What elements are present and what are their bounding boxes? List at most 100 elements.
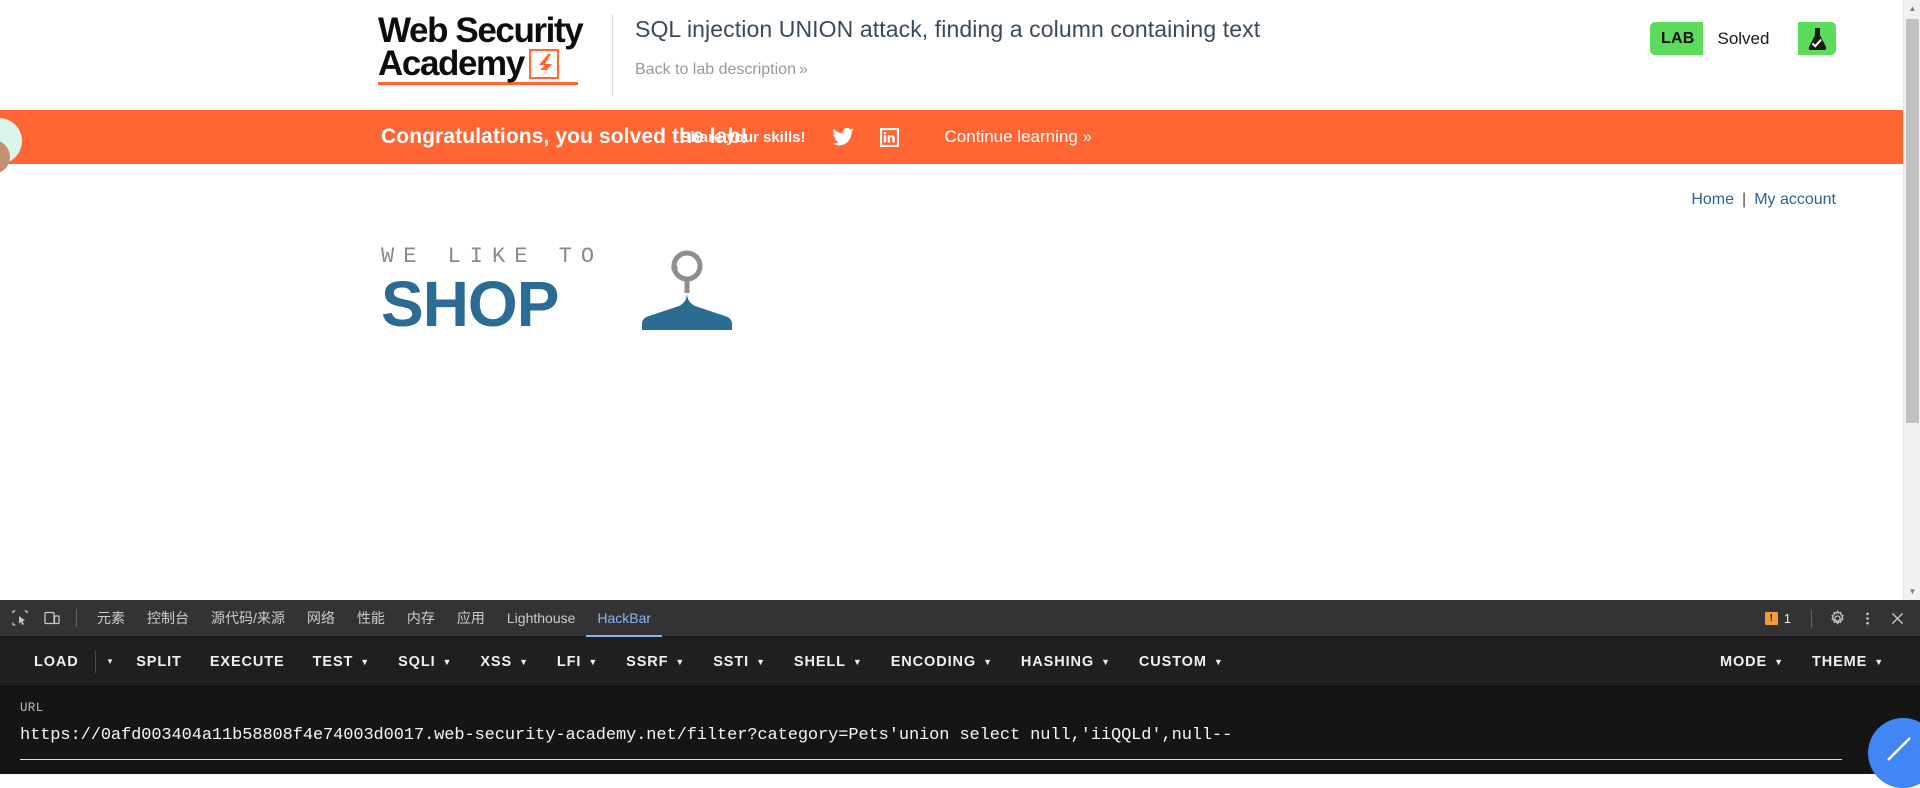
hackbar-button-load[interactable]: LOAD — [20, 637, 93, 687]
chevron-down-icon: ▼ — [519, 656, 529, 667]
inspect-element-icon[interactable] — [5, 604, 35, 632]
chevron-down-icon: ▼ — [442, 656, 453, 667]
header-divider — [612, 14, 613, 96]
chevron-right-icon: » — [1082, 127, 1092, 146]
shop-logo: WE LIKE TO SHOP — [381, 244, 741, 349]
close-icon[interactable] — [1882, 605, 1912, 633]
hackbar-button-shell-label: SHELL — [793, 653, 846, 670]
scroll-down-arrow-icon[interactable]: ▼ — [1904, 583, 1920, 600]
nav-my-account-link[interactable]: My account — [1754, 191, 1836, 208]
chevron-down-icon: ▼ — [675, 656, 686, 667]
hackbar-button-split[interactable]: SPLIT — [122, 637, 196, 687]
hackbar-button-ssrf[interactable]: SSRF ▼ — [612, 637, 699, 687]
chevron-down-icon: ▼ — [756, 656, 766, 667]
chevron-down-icon: ▼ — [1101, 656, 1111, 667]
device-toolbar-icon[interactable] — [37, 604, 67, 632]
hackbar-toolbar: LOAD ▾ SPLIT EXECUTE TEST ▼ SQLI ▼ XSS ▼ LF… — [0, 637, 1920, 687]
hackbar-toolbar-right: MODE ▼ THEME ▼ — [1706, 637, 1898, 687]
twitter-icon[interactable] — [831, 128, 854, 146]
chevron-down-icon: ▼ — [1213, 656, 1224, 667]
scroll-up-arrow-icon[interactable]: ▲ — [1904, 0, 1920, 17]
nav-home-link[interactable]: Home — [1691, 191, 1734, 208]
chevron-down-icon: ▼ — [1874, 657, 1884, 667]
hackbar-button-lfi-label: LFI — [556, 653, 582, 670]
chevron-right-icon: » — [798, 61, 808, 78]
hackbar-button-mode-label: MODE — [1720, 654, 1768, 670]
devtools-tab-sources[interactable]: 源代码/来源 — [200, 600, 296, 637]
devtools-toolbar-divider — [76, 609, 77, 627]
hackbar-button-test-label: TEST — [312, 653, 354, 670]
hackbar-button-sqli[interactable]: SQLI ▼ — [384, 637, 466, 687]
gear-icon[interactable] — [1822, 605, 1852, 633]
hackbar-button-encoding-label: ENCODING — [890, 653, 977, 670]
devtools-tab-hackbar[interactable]: HackBar — [586, 600, 662, 637]
hackbar-button-custom[interactable]: CUSTOM ▼ — [1125, 637, 1238, 687]
nav-separator: | — [1742, 191, 1747, 208]
hackbar-button-hashing[interactable]: HASHING ▼ — [1007, 637, 1125, 687]
url-field-label: URL — [20, 701, 44, 715]
academy-header: Web Security Academy SQL injection UNION… — [0, 0, 1920, 110]
devtools-tab-network[interactable]: 网络 — [296, 600, 346, 637]
chevron-down-icon: ▼ — [360, 656, 371, 667]
devtools-tab-lighthouse[interactable]: Lighthouse — [496, 600, 587, 637]
coat-hanger-icon — [639, 248, 737, 339]
kebab-menu-icon[interactable] — [1852, 605, 1882, 633]
browser-viewport: Web Security Academy SQL injection UNION… — [0, 0, 1920, 600]
logo-line1: Web Security — [378, 11, 584, 50]
congratulations-banner: Congratulations, you solved the lab! Sha… — [0, 110, 1920, 164]
banner-actions: Share your skills! Continue learning » — [680, 127, 1092, 147]
continue-learning-link[interactable]: Continue learning » — [945, 127, 1092, 147]
hackbar-button-xss-label: XSS — [480, 653, 513, 670]
hackbar-button-test[interactable]: TEST ▼ — [299, 637, 384, 687]
hackbar-button-encoding[interactable]: ENCODING ▼ — [877, 637, 1007, 687]
hackbar-button-mode[interactable]: MODE ▼ — [1706, 637, 1798, 687]
lightning-bolt-icon — [528, 48, 559, 79]
hackbar-button-theme-label: THEME — [1811, 654, 1868, 670]
hackbar-button-xss[interactable]: XSS ▼ — [466, 637, 543, 687]
logo-line2: Academy — [378, 44, 525, 83]
page-scrollbar[interactable]: ▲ ▼ — [1903, 0, 1920, 600]
hackbar-button-custom-label: CUSTOM — [1138, 653, 1207, 670]
chevron-down-icon: ▼ — [588, 656, 599, 667]
back-to-lab-description-link[interactable]: Back to lab description» — [635, 61, 1650, 79]
hackbar-url-area: URL https://0afd003404a11b58808f4e74003d… — [0, 687, 1920, 788]
share-your-skills-label: Share your skills! — [680, 128, 806, 146]
hackbar-button-ssti-label: SSTI — [713, 653, 750, 670]
devtools-tab-elements[interactable]: 元素 — [86, 600, 136, 637]
shop-nav-links: Home | My account — [1691, 191, 1836, 209]
lab-badge-label: LAB — [1661, 29, 1695, 47]
flask-check-icon — [1798, 22, 1836, 55]
lab-status-badge: LAB Solved — [1650, 22, 1836, 55]
lab-title: SQL injection UNION attack, finding a co… — [635, 16, 1261, 42]
hackbar-button-theme[interactable]: THEME ▼ — [1798, 637, 1898, 687]
devtools-panel: 元素 控制台 源代码/来源 网络 性能 内存 应用 Lighthouse Hac… — [0, 600, 1920, 788]
url-input-underline — [20, 759, 1842, 760]
linkedin-icon[interactable] — [879, 127, 899, 147]
hackbar-button-ssti[interactable]: SSTI ▼ — [699, 637, 780, 687]
hackbar-button-lfi[interactable]: LFI ▼ — [543, 637, 612, 687]
web-security-academy-logo[interactable]: Web Security Academy — [378, 8, 598, 85]
shop-content: Home|My account WE LIKE TO SHOP Pets'uni… — [0, 164, 1920, 600]
hackbar-button-shell[interactable]: SHELL ▼ — [780, 637, 877, 687]
hackbar-button-hashing-label: HASHING — [1020, 653, 1095, 670]
continue-learning-label: Continue learning — [944, 127, 1078, 146]
warning-indicator[interactable]: ! 1 — [1764, 611, 1791, 626]
hackbar-load-dropdown-caret-icon[interactable]: ▾ — [98, 637, 123, 687]
scrollbar-thumb[interactable] — [1906, 19, 1919, 423]
devtools-tab-console[interactable]: 控制台 — [136, 600, 200, 637]
chevron-down-icon: ▼ — [852, 656, 863, 667]
hackbar-button-ssrf-label: SSRF — [626, 653, 669, 670]
devtools-toolbar-right: ! 1 — [1764, 600, 1912, 637]
chevron-down-icon: ▼ — [983, 656, 993, 667]
hackbar-button-sqli-label: SQLI — [398, 653, 436, 670]
warning-icon: ! — [1764, 612, 1778, 625]
hackbar-divider — [94, 650, 96, 673]
header-titles: SQL injection UNION attack, finding a co… — [635, 8, 1650, 79]
devtools-tab-performance[interactable]: 性能 — [346, 600, 396, 637]
hackbar-button-execute[interactable]: EXECUTE — [196, 637, 299, 687]
devtools-tab-memory[interactable]: 内存 — [396, 600, 446, 637]
url-input[interactable]: https://0afd003404a11b58808f4e74003d0017… — [20, 726, 1900, 745]
devtools-tab-application[interactable]: 应用 — [446, 600, 496, 637]
devtools-right-divider — [1811, 609, 1812, 628]
devtools-tabbar: 元素 控制台 源代码/来源 网络 性能 内存 应用 Lighthouse Hac… — [0, 600, 1920, 637]
